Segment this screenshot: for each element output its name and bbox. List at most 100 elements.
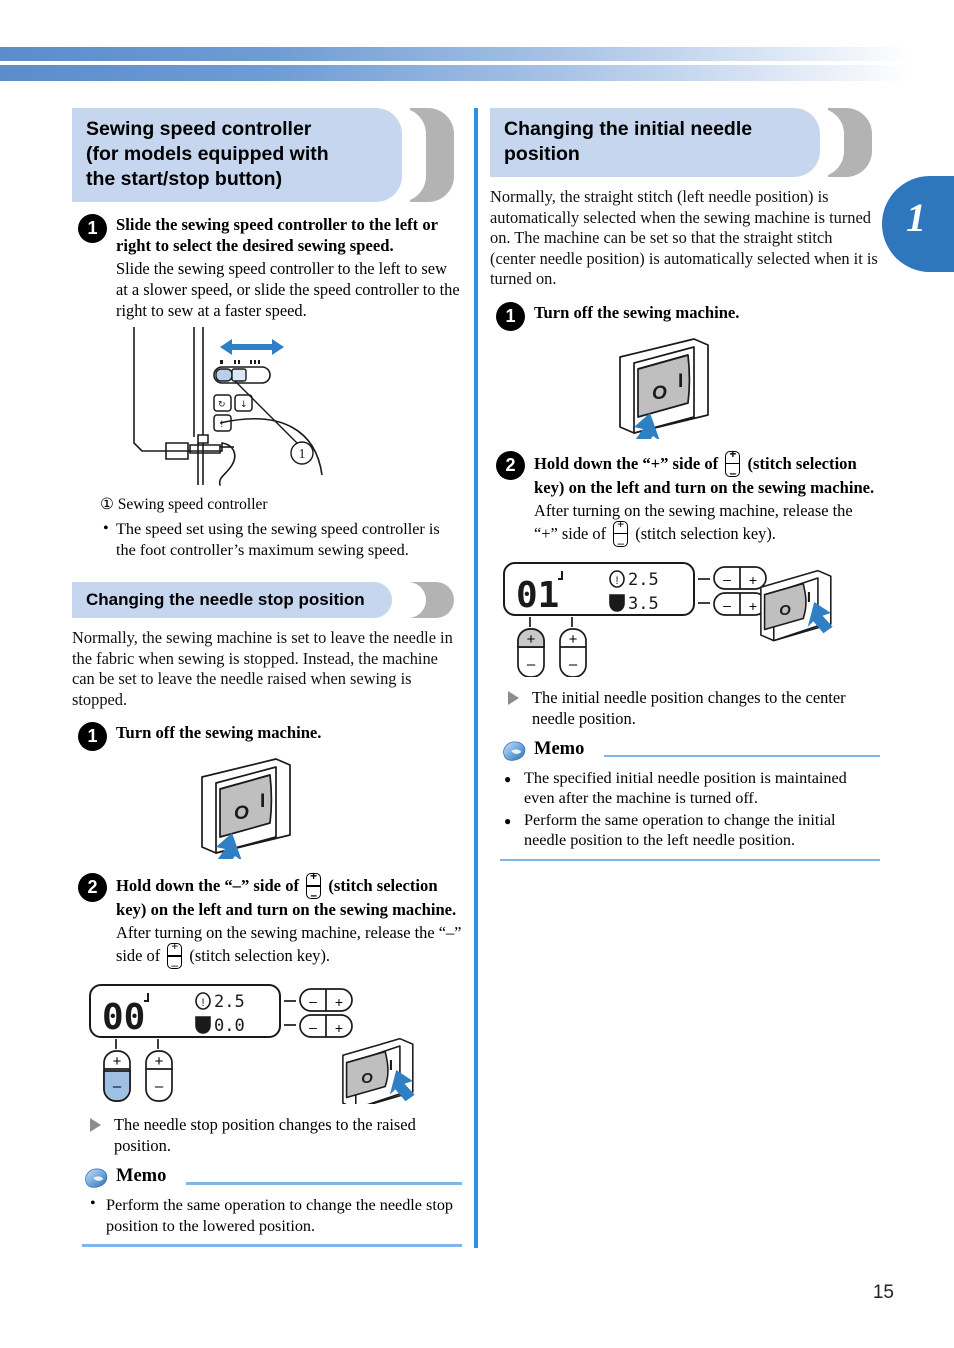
step-slide-speed-controller: 1 Slide the sewing speed controller to t… <box>72 214 462 321</box>
header-bar-lower <box>0 65 912 81</box>
svg-text:!: ! <box>615 575 618 587</box>
step-lead-part-a: Hold down the “+” side of <box>534 453 719 473</box>
step-number: 1 <box>496 301 525 331</box>
result-text: The needle stop position changes to the … <box>114 1115 416 1155</box>
step-sub-text: After turning on the sewing machine, rel… <box>116 922 462 972</box>
memo-box-needle-stop: Memo Perform the same operation to chang… <box>82 1166 462 1247</box>
step-hold-minus-key: 2 Hold down the “–” side of (stitch sele… <box>72 869 462 972</box>
step-sub-part-b: (stitch selection key). <box>635 523 776 543</box>
stitch-selection-key-icon <box>306 869 322 902</box>
svg-text:–: – <box>309 993 317 1009</box>
memo-box-initial-needle: Memo The specified initial needle positi… <box>500 739 880 861</box>
svg-text:+: + <box>335 994 343 1010</box>
switch-on-label: I <box>260 791 265 812</box>
memo-rule <box>186 1182 462 1185</box>
lcd-stitch-length: 3.5 <box>628 594 659 614</box>
svg-text:↓: ↓ <box>240 400 248 410</box>
svg-text:!: ! <box>220 420 224 430</box>
svg-text:–: – <box>309 1019 317 1035</box>
heading-line-2: (for models equipped with <box>86 143 329 165</box>
memo-item: The specified initial needle position is… <box>504 768 880 809</box>
svg-text:–: – <box>723 571 731 587</box>
result-needle-stop: The needle stop position changes to the … <box>88 1114 462 1156</box>
lcd-stitch-number: 01 <box>516 575 559 616</box>
memo-items: The specified initial needle position is… <box>500 768 880 851</box>
step-lead-text: Hold down the “–” side of (stitch select… <box>116 869 462 920</box>
section-heading-needle-stop-position: Changing the needle stop position <box>72 582 462 618</box>
heading-line-2: position <box>504 143 580 165</box>
lcd-stitch-length: 0.0 <box>214 1016 245 1036</box>
stitch-selection-key-icon <box>167 939 183 972</box>
figure-callout-label: ① Sewing speed controller <box>100 496 268 513</box>
memo-items: Perform the same operation to change the… <box>82 1194 462 1236</box>
memo-bell-icon <box>503 740 526 761</box>
lcd-stitch-width: 2.5 <box>628 570 659 590</box>
column-divider <box>474 108 478 1248</box>
step-number: 1 <box>78 214 107 243</box>
memo-bottom-rule <box>82 1244 462 1247</box>
svg-text:–: – <box>113 1078 122 1095</box>
double-arrow-icon <box>220 339 284 355</box>
lcd-stitch-width: 2.5 <box>214 992 245 1012</box>
memo-header: Memo <box>82 1166 462 1192</box>
section-heading-initial-needle-position: Changing the initial needle position <box>490 108 880 177</box>
svg-text:+: + <box>113 1053 122 1070</box>
figure-lcd-needle-stop: 00 ! 2.5 0.0 – + – + + – + – O I <box>86 979 462 1104</box>
switch-off-label: O <box>652 383 667 404</box>
step-number: 1 <box>78 722 107 751</box>
heading-band: Sewing speed controller (for models equi… <box>72 108 402 202</box>
page-number: 15 <box>872 1282 894 1303</box>
heading-text: Changing the needle stop position <box>86 590 365 609</box>
svg-text:–: – <box>723 597 731 613</box>
step-sub-text: Slide the sewing speed controller to the… <box>116 259 460 320</box>
svg-text:+: + <box>749 598 757 614</box>
svg-text:I: I <box>389 1058 393 1074</box>
step-number: 2 <box>496 450 525 480</box>
step-sub-text: After turning on the sewing machine, rel… <box>534 500 880 550</box>
memo-item: Perform the same operation to change the… <box>504 810 880 851</box>
switch-on-label: I <box>678 371 683 392</box>
result-text: The initial needle position changes to t… <box>532 687 846 728</box>
chapter-tab: 1 <box>882 176 954 272</box>
step-lead-text: Turn off the sewing machine. <box>116 723 322 742</box>
memo-title: Memo <box>116 1166 167 1186</box>
left-column: Sewing speed controller (for models equi… <box>72 108 462 1247</box>
step-turn-off-machine: 1 Turn off the sewing machine. <box>490 301 880 331</box>
svg-text:I: I <box>807 589 811 605</box>
section-heading-sewing-speed-controller: Sewing speed controller (for models equi… <box>72 108 462 202</box>
figure-power-switch-off: O I <box>490 329 880 439</box>
svg-text:+: + <box>335 1020 343 1036</box>
memo-header: Memo <box>500 739 880 765</box>
result-arrow-icon <box>90 1118 101 1132</box>
figure-lcd-initial-needle: 01 ! 2.5 3.5 – + – + + – + – O I <box>500 557 880 677</box>
memo-bottom-rule <box>500 858 880 861</box>
note-item: The speed set using the sewing speed con… <box>103 518 462 560</box>
figure-power-switch-off: O I <box>72 749 462 859</box>
result-initial-needle: The initial needle position changes to t… <box>506 687 880 729</box>
svg-text:O: O <box>779 602 791 618</box>
svg-text:+: + <box>569 631 578 648</box>
step-lead-text: Slide the sewing speed controller to the… <box>116 215 438 255</box>
svg-text:–: – <box>569 656 578 673</box>
section-intro-text: Normally, the sewing machine is set to l… <box>72 628 453 709</box>
memo-rule <box>604 754 880 757</box>
svg-text:1: 1 <box>299 447 306 462</box>
step-turn-off-machine: 1 Turn off the sewing machine. <box>72 722 462 751</box>
figure-sewing-speed-controller: ↻ ↓ ! 1 <box>72 325 462 493</box>
step-number: 2 <box>78 873 107 902</box>
svg-text:!: ! <box>201 997 204 1009</box>
heading-line-3: the start/stop button) <box>86 168 283 190</box>
svg-text:↻: ↻ <box>218 400 226 410</box>
section-intro-text: Normally, the straight stitch (left need… <box>490 187 878 288</box>
speed-controller-notes: The speed set using the sewing speed con… <box>100 518 462 560</box>
lcd-stitch-number: 00 <box>102 997 145 1038</box>
svg-text:+: + <box>155 1053 164 1070</box>
step-lead-text: Turn off the sewing machine. <box>534 302 740 322</box>
heading-line-1: Changing the initial needle <box>504 118 753 140</box>
svg-text:+: + <box>749 572 757 588</box>
svg-text:+: + <box>527 631 536 648</box>
memo-bell-icon <box>85 1168 108 1188</box>
right-column: Changing the initial needle position Nor… <box>490 108 880 861</box>
chapter-number: 1 <box>906 195 926 240</box>
memo-item: Perform the same operation to change the… <box>90 1194 462 1236</box>
